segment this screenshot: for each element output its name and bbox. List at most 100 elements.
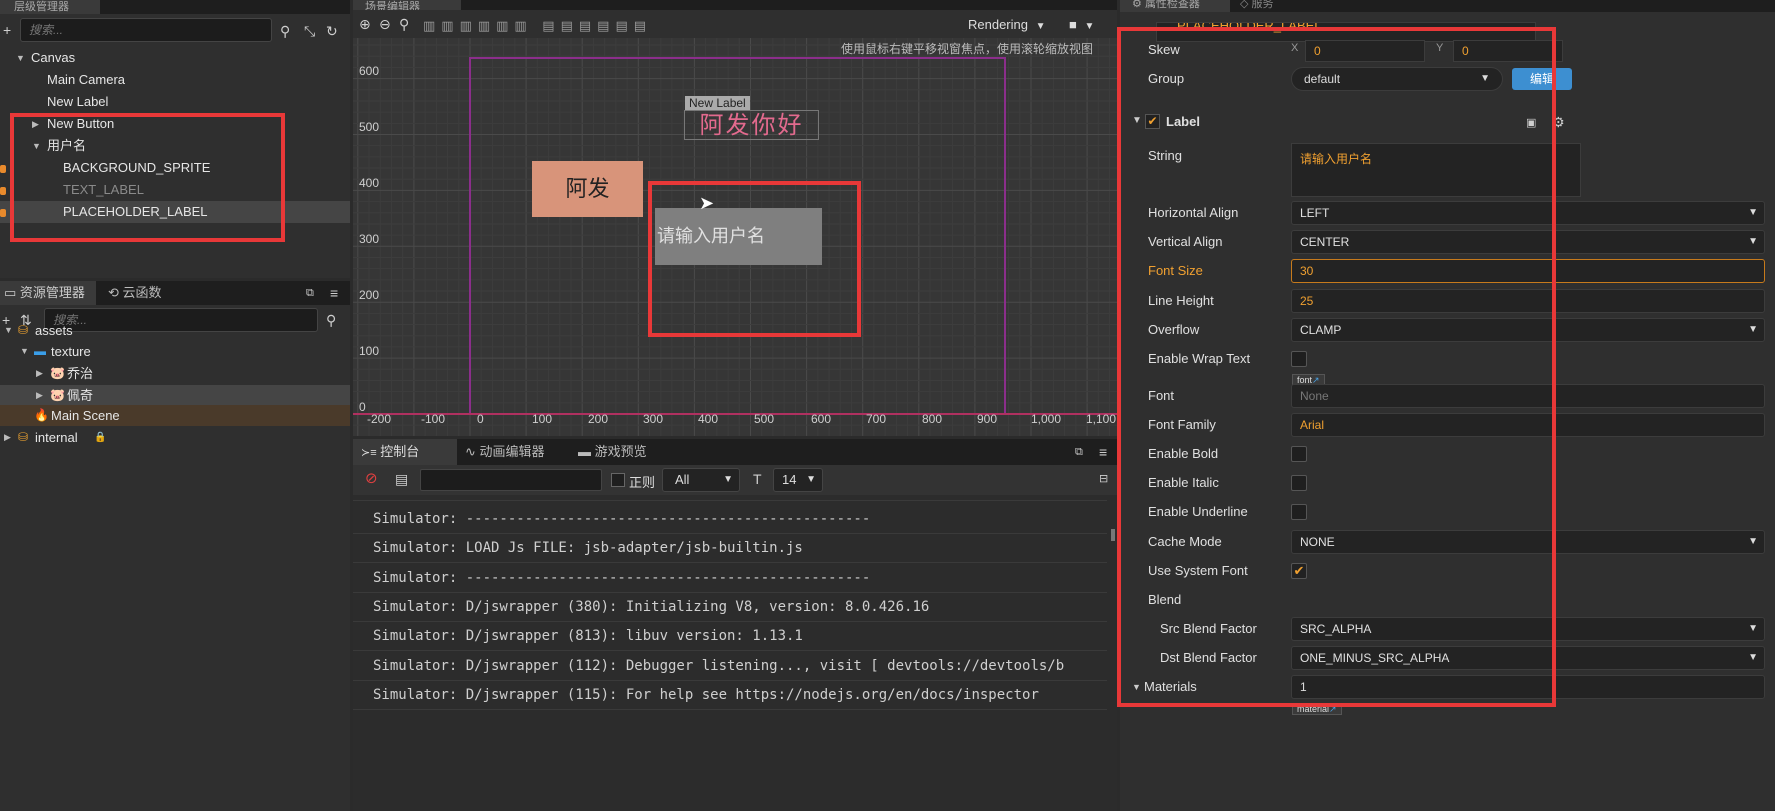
tree-node[interactable]: Main Camera	[0, 69, 350, 91]
edit-group-button[interactable]: 编辑	[1512, 68, 1572, 90]
prop-row: Font Size 30	[1120, 257, 1775, 286]
scene-canvas[interactable]: 使用鼠标右键平移视窗焦点，使用滚轮缩放视图 600 500 400 300 200 100…	[353, 38, 1117, 436]
plus-icon[interactable]: +	[3, 23, 11, 37]
level-select[interactable]: All ▼	[662, 468, 740, 492]
lock-icon[interactable]	[0, 165, 6, 173]
chevron-down-icon[interactable]: ▼	[32, 135, 41, 157]
skew-y-input[interactable]: 0	[1453, 40, 1563, 62]
asset-item[interactable]: ▶ 🐷 佩奇	[0, 385, 350, 406]
skew-y-value: 0	[1462, 44, 1469, 58]
collapse-icon[interactable]: ⊟	[1099, 472, 1108, 486]
chevron-right-icon[interactable]: ▶	[4, 427, 11, 448]
prop-checkbox[interactable]: ✔	[1291, 562, 1307, 579]
prop-checkbox[interactable]	[1291, 475, 1307, 492]
tab-cloud-functions[interactable]: ⟲ 云函数	[100, 281, 190, 305]
chevron-down-icon: ▼	[1748, 535, 1758, 547]
service-icon: ◇	[1240, 0, 1249, 10]
font-family-input[interactable]: Arial	[1291, 413, 1765, 437]
prop-checkbox[interactable]	[1291, 351, 1307, 367]
prop-select[interactable]: CLAMP ▼	[1291, 317, 1765, 342]
src-blend-select[interactable]: SRC_ALPHA ▼	[1291, 617, 1765, 641]
button-node[interactable]: 阿发	[532, 161, 643, 217]
x-tick-label: 500	[754, 412, 775, 426]
lock-icon[interactable]	[0, 209, 6, 217]
prop-number-input[interactable]: 25	[1291, 288, 1765, 313]
chevron-down-icon[interactable]: ▼	[20, 341, 29, 362]
materials-count-input[interactable]: 1	[1291, 675, 1765, 699]
tab-console[interactable]: ≻≡ 控制台	[353, 439, 457, 465]
tree-node[interactable]: ▼ 用户名	[0, 135, 350, 157]
chevron-right-icon[interactable]: ▶	[32, 113, 39, 135]
tab-assets[interactable]: ▭ 资源管理器	[0, 281, 96, 305]
tab-game-preview[interactable]: ▬ 游戏预览	[578, 439, 647, 465]
materials-row: ▼ Materials 1	[1120, 673, 1775, 702]
prop-select[interactable]: CENTER ▼	[1291, 230, 1765, 255]
dst-blend-select[interactable]: ONE_MINUS_SRC_ALPHA ▼	[1291, 646, 1765, 670]
asset-item[interactable]: ▶ 🐷 乔治	[0, 363, 350, 384]
console-scrollbar[interactable]	[1111, 529, 1115, 541]
string-textarea[interactable]: 请输入用户名	[1291, 143, 1581, 197]
hierarchy-panel: 层级管理器 搜索... + ⚲ ⤡ ↻ ▼ Canvas Main Camera Ne…	[0, 0, 350, 278]
zoom-in-icon[interactable]: ⊕	[359, 17, 371, 31]
zoom-out-icon[interactable]: ⊖	[379, 17, 391, 31]
animation-icon: ∿	[465, 444, 476, 459]
tab-hierarchy[interactable]: 层级管理器	[0, 0, 100, 14]
console-filter-input[interactable]	[420, 469, 602, 491]
log-file-icon[interactable]: ▤	[395, 472, 408, 486]
font-asset-field[interactable]: None	[1291, 384, 1765, 408]
font-size-select[interactable]: 14 ▼	[773, 468, 823, 492]
prop-select[interactable]: NONE ▼	[1291, 529, 1765, 554]
label-component-header[interactable]: ▼ ✔ Label ▣ ⚙	[1120, 110, 1775, 134]
refresh-icon[interactable]: ↻	[326, 24, 338, 38]
chevron-right-icon[interactable]: ▶	[36, 363, 43, 384]
tree-node[interactable]: PLACEHOLDER_LABEL	[0, 201, 350, 223]
clear-icon[interactable]: ⊘	[365, 471, 378, 486]
tree-node[interactable]: ▼ Canvas	[0, 47, 350, 69]
tree-node[interactable]: ▶ New Button	[0, 113, 350, 135]
regex-checkbox[interactable]	[611, 473, 625, 487]
maximize-icon[interactable]: ⧉	[306, 286, 314, 300]
asset-item[interactable]: 🔥 Main Scene	[0, 405, 350, 426]
prop-number-input[interactable]: 30	[1291, 259, 1765, 284]
prop-label: Enable Wrap Text	[1148, 351, 1251, 366]
prop-checkbox[interactable]	[1291, 504, 1307, 521]
tab-animation[interactable]: ∿ 动画编辑器	[465, 439, 545, 465]
materials-value: 1	[1300, 680, 1307, 694]
tab-service[interactable]: ◇ 服务	[1240, 0, 1274, 12]
collapse-icon[interactable]: ⤡	[304, 24, 315, 38]
hierarchy-search-input[interactable]: 搜索...	[20, 18, 272, 42]
search-icon[interactable]: ⚲	[280, 24, 290, 38]
prop-select[interactable]: LEFT ▼	[1291, 201, 1765, 225]
hierarchy-tabbar: 层级管理器	[0, 0, 350, 14]
gear-icon[interactable]: ⚙	[1552, 115, 1565, 129]
link-icon: ↗	[1329, 704, 1337, 714]
chevron-down-icon[interactable]: ▼	[4, 320, 13, 341]
asset-item[interactable]: ▼ ⛁ assets	[0, 320, 350, 341]
label-enabled-checkbox[interactable]: ✔	[1145, 114, 1160, 129]
group-select[interactable]: default ▼	[1291, 67, 1503, 91]
menu-icon[interactable]: ≡	[1099, 445, 1107, 459]
tree-node[interactable]: TEXT_LABEL	[0, 179, 350, 201]
tree-node[interactable]: New Label	[0, 91, 350, 113]
tree-node[interactable]: BACKGROUND_SPRITE	[0, 157, 350, 179]
input-node[interactable]: 请输入用户名	[655, 208, 822, 265]
skew-x-input[interactable]: 0	[1305, 40, 1425, 62]
prop-row: Cache Mode NONE ▼	[1120, 528, 1775, 557]
rendering-dropdown[interactable]: Rendering ▼	[968, 17, 1046, 32]
new-label-node[interactable]: 阿发你好	[684, 110, 819, 140]
prop-checkbox[interactable]	[1291, 446, 1307, 462]
tab-inspector[interactable]: ⚙ 属性检查器	[1120, 0, 1230, 12]
lock-icon[interactable]	[0, 187, 6, 195]
chevron-right-icon[interactable]: ▶	[36, 385, 43, 406]
chevron-down-icon[interactable]: ▼	[16, 47, 25, 69]
maximize-icon[interactable]: ⧉	[1075, 445, 1083, 459]
lock-icon: 🔒	[94, 432, 107, 443]
asset-item[interactable]: ▶ ⛁ internal 🔒	[0, 427, 350, 448]
zoom-reset-icon[interactable]: ⚲	[399, 17, 409, 31]
asset-item[interactable]: ▼ ▬ texture	[0, 341, 350, 362]
camera-dropdown[interactable]: ■ ▼	[1069, 17, 1094, 32]
prop-label: Cache Mode	[1148, 533, 1222, 549]
align-icons[interactable]: ▥▥▥▥▥▥ ▤▤▤▤▤▤	[423, 18, 652, 34]
menu-icon[interactable]: ≡	[330, 286, 338, 300]
book-icon[interactable]: ▣	[1526, 116, 1536, 130]
